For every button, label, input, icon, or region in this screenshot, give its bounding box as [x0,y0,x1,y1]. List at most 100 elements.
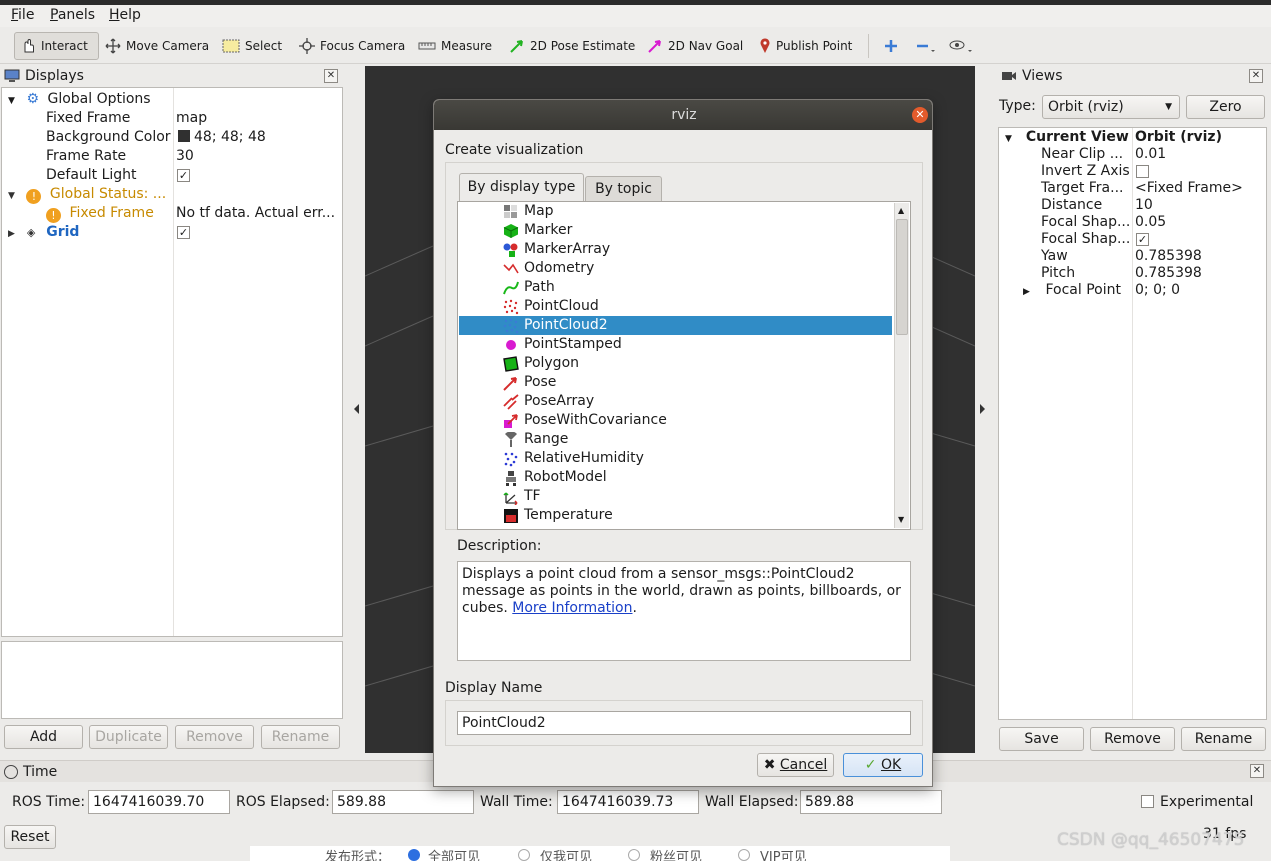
list-item-range[interactable]: Range [459,430,892,449]
radio-icon[interactable] [738,849,750,861]
list-item-label: Odometry [524,260,595,276]
close-icon[interactable]: ✕ [912,107,928,123]
zero-view-button[interactable]: Zero [1186,95,1265,119]
wall-time-field[interactable]: 1647416039.73 [557,790,699,814]
select-label: Select [245,39,283,53]
pose-estimate-button[interactable]: 2D Pose Estimate [504,32,640,60]
tab-by-display-type[interactable]: By display type [459,173,584,201]
background-color-value[interactable]: 48; 48; 48 [178,128,266,147]
list-item-temperature[interactable]: Temperature [459,506,892,525]
grid-checkbox[interactable]: ✓ [177,226,190,239]
interact-tool-button[interactable]: Interact [14,32,99,60]
list-item-path[interactable]: Path [459,278,892,297]
display-name-input[interactable]: PointCloud2 [457,711,911,735]
measure-button[interactable]: Measure [413,32,497,60]
list-item-label: Map [524,203,554,219]
views-panel-header: Views ✕ [997,66,1267,86]
list-item-pointstamped[interactable]: PointStamped [459,335,892,354]
move-camera-button[interactable]: Move Camera [100,32,214,60]
experimental-checkbox[interactable] [1141,795,1154,808]
close-icon[interactable]: ✕ [324,69,338,83]
list-scrollbar[interactable]: ▲ ▼ [894,203,909,528]
experimental-label: Experimental [1160,794,1254,810]
radio-selected-icon[interactable] [408,849,420,861]
near-clip-value[interactable]: 0.01 [1135,145,1166,164]
scroll-down-icon[interactable]: ▼ [898,515,904,524]
default-light-checkbox[interactable]: ✓ [177,169,190,182]
status-fixed-frame-value: No tf data. Actual err... [176,205,336,221]
close-icon[interactable]: ✕ [1250,764,1264,778]
duplicate-display-button[interactable]: Duplicate [89,725,168,749]
right-splitter-arrow-icon[interactable] [980,404,985,414]
expand-arrow-icon: ▼ [1005,134,1012,144]
global-options-label: Global Options [47,91,151,107]
list-item-posearray[interactable]: PoseArray [459,392,892,411]
list-item-map[interactable]: Map [459,202,892,221]
status-fixed-frame-row[interactable]: ! Fixed Frame [46,204,154,223]
rename-display-button[interactable]: Rename [261,725,340,749]
remove-tool-button[interactable] [911,32,941,60]
add-display-button[interactable]: Add [4,725,83,749]
view-type-dropdown[interactable]: Orbit (rviz) ▼ [1042,95,1180,119]
fixed-frame-value[interactable]: map [176,109,207,128]
focal-shape-fixed-checkbox[interactable]: ✓ [1136,233,1149,246]
select-tool-button[interactable]: Select [217,32,287,60]
list-item-robotmodel[interactable]: RobotModel [459,468,892,487]
view-type-value: Orbit (rviz) [1048,99,1124,115]
tab-by-topic[interactable]: By topic [585,176,662,201]
ros-elapsed-field[interactable]: 589.88 [332,790,474,814]
radio-icon[interactable] [628,849,640,861]
gear-icon: ⚙ [26,91,40,107]
ros-time-field[interactable]: 1647416039.70 [88,790,230,814]
list-item-pointcloud2[interactable]: PointCloud2 [459,316,892,335]
invert-z-checkbox[interactable] [1136,165,1149,178]
frame-rate-value[interactable]: 30 [176,147,194,166]
reset-button[interactable]: Reset [4,825,56,849]
list-item-markerarray[interactable]: MarkerArray [459,240,892,259]
pose-icon [503,377,517,391]
list-item-polygon[interactable]: Polygon [459,354,892,373]
list-item-posewithcovariance[interactable]: PoseWithCovariance [459,411,892,430]
display-type-list[interactable]: Map Marker MarkerArray Odometry Path PointClo… [457,201,911,530]
global-status-row[interactable]: ▼ ! Global Status: ... [8,185,166,204]
list-item-relativehumidity[interactable]: RelativeHumidity [459,449,892,468]
ok-button[interactable]: ✓ OK [843,753,923,777]
publish-point-button[interactable]: Publish Point [754,32,857,60]
list-item-odometry[interactable]: Odometry [459,259,892,278]
eye-icon [949,40,972,52]
scroll-up-icon[interactable]: ▲ [898,206,904,215]
list-item-pose[interactable]: Pose [459,373,892,392]
save-view-button[interactable]: Save [999,727,1084,751]
rename-view-button[interactable]: Rename [1181,727,1266,751]
cancel-button[interactable]: ✖ Cancel [757,753,834,777]
menu-help[interactable]: Help [109,7,141,23]
dialog-titlebar: rviz ✕ [434,100,932,130]
warning-icon: ! [26,189,42,204]
create-visualization-dialog: rviz ✕ Create visualization By display t… [433,99,933,787]
add-tool-button[interactable] [879,32,903,60]
global-options-row[interactable]: ▼ ⚙ Global Options [8,90,151,109]
left-splitter-arrow-icon[interactable] [354,404,359,414]
focal-point-row[interactable]: ▶ Focal Point [1023,281,1121,300]
focus-camera-button[interactable]: Focus Camera [294,32,410,60]
close-icon[interactable]: ✕ [1249,69,1263,83]
remove-view-button[interactable]: Remove [1090,727,1175,751]
tool-properties-button[interactable] [944,32,978,60]
menu-panels[interactable]: Panels [50,7,95,23]
grid-row[interactable]: ▶ ◈ Grid [8,223,79,242]
list-item-tf[interactable]: TF [459,487,892,506]
frame-rate-label: Frame Rate [46,148,127,164]
list-item-label: Pose [524,374,557,390]
wall-elapsed-field[interactable]: 589.88 [800,790,942,814]
remove-display-button[interactable]: Remove [175,725,254,749]
list-item-pointcloud[interactable]: PointCloud [459,297,892,316]
measure-label: Measure [441,39,492,53]
focal-point-value[interactable]: 0; 0; 0 [1135,281,1180,300]
more-information-link[interactable]: More Information [512,600,632,616]
nav-goal-button[interactable]: 2D Nav Goal [642,32,748,60]
list-item-marker[interactable]: Marker [459,221,892,240]
focal-shape-size-value[interactable]: 0.05 [1135,213,1166,232]
menu-file[interactable]: File [11,7,34,23]
radio-icon[interactable] [518,849,530,861]
scrollbar-thumb[interactable] [896,219,908,335]
